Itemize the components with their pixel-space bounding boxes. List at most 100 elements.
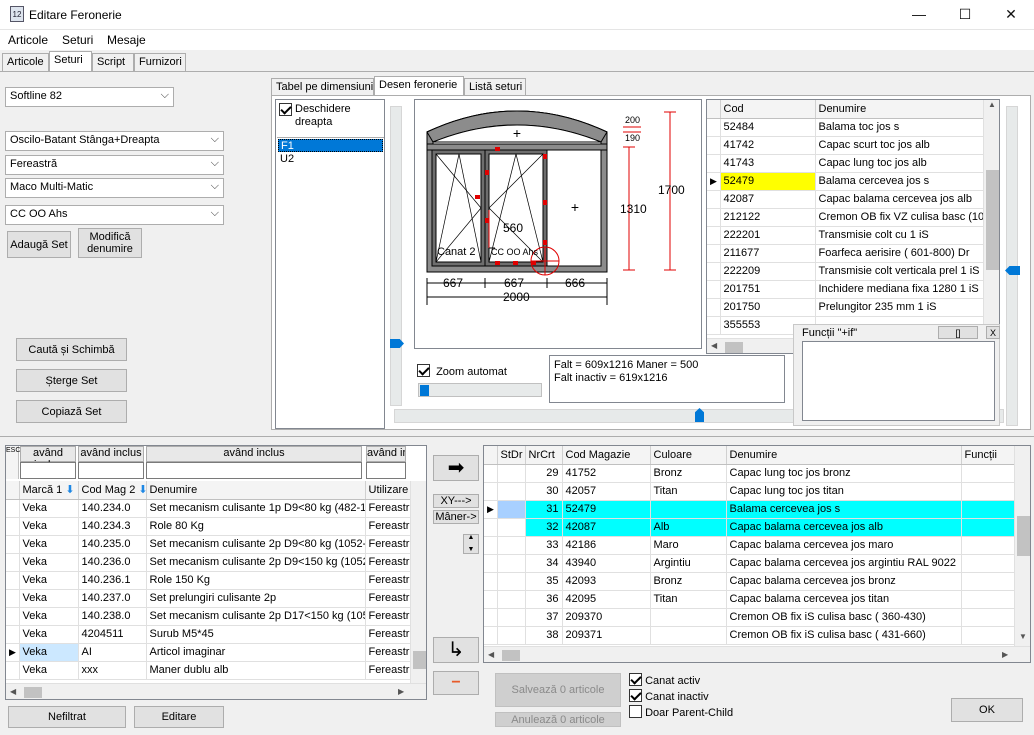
table-row[interactable]: 35 42093 Bronz Capac balama cercevea jos br… bbox=[484, 572, 1015, 591]
table-row[interactable]: 42087 Capac balama cercevea jos alb bbox=[707, 190, 984, 209]
scroll-thumb[interactable] bbox=[986, 170, 999, 270]
table-row[interactable]: 212122 Cremon OB fix VZ culisa basc (109 bbox=[707, 208, 984, 227]
table-row[interactable]: Veka xxx Maner dublu alb Fereastr bbox=[6, 661, 411, 680]
tab-furnizori[interactable]: Furnizori bbox=[134, 53, 186, 71]
tab-articole[interactable]: Articole bbox=[2, 53, 49, 71]
col-cod-mag[interactable]: Cod Mag 2 ⬇ bbox=[78, 481, 147, 500]
list-item[interactable]: F1 bbox=[278, 139, 383, 152]
table-row[interactable]: 201751 Inchidere mediana fixa 1280 1 iS bbox=[707, 280, 984, 299]
maximize-button[interactable]: ☐ bbox=[942, 0, 988, 30]
xy-button[interactable]: XY---> bbox=[433, 494, 479, 508]
arrow-up-icon[interactable]: ▲ bbox=[984, 100, 999, 109]
col-cod-magazie[interactable]: Cod Magazie bbox=[562, 446, 651, 465]
vertical-scrollbar[interactable]: ▼ bbox=[1014, 446, 1030, 646]
filter-input[interactable] bbox=[20, 462, 76, 479]
slider-thumb[interactable] bbox=[695, 408, 704, 422]
table-row[interactable]: Veka 140.234.3 Role 80 Kg Fereastr bbox=[6, 517, 411, 536]
handle-button[interactable]: Mâner-> bbox=[433, 510, 479, 524]
sash-list[interactable]: F1 U2 bbox=[277, 137, 384, 426]
arrow-down-icon[interactable]: ▼ bbox=[1019, 632, 1027, 641]
tab-script[interactable]: Script bbox=[92, 53, 134, 71]
arrow-left-icon[interactable]: ◀ bbox=[488, 650, 494, 659]
esc-button[interactable]: ESC bbox=[6, 446, 20, 479]
active-sash-checkbox[interactable]: Canat activ bbox=[629, 673, 700, 687]
table-row[interactable]: 34 43940 Argintiu Capac balama cercevea jos… bbox=[484, 554, 1015, 573]
add-arrow-button[interactable]: ➡ bbox=[433, 455, 479, 481]
table-row[interactable]: 37 209370 Cremon OB fix iS culisa basc ( 3… bbox=[484, 608, 1015, 627]
tab-seturi[interactable]: Seturi bbox=[49, 51, 92, 72]
cancel-articles-button[interactable]: Anulează 0 articole bbox=[495, 712, 621, 727]
type-combo[interactable]: Fereastră ⌵ bbox=[5, 155, 224, 175]
table-row[interactable]: 201750 Prelungitor 235 mm 1 iS bbox=[707, 298, 984, 317]
tab-tabel-dimensiuni[interactable]: Tabel pe dimensiuni bbox=[271, 78, 374, 96]
horizontal-scrollbar[interactable]: ◀ ▶ bbox=[6, 683, 426, 699]
parent-child-checkbox[interactable]: Doar Parent-Child bbox=[629, 705, 733, 719]
close-button[interactable]: ✕ bbox=[988, 0, 1034, 30]
table-row[interactable]: 222201 Transmisie colt cu 1 iS bbox=[707, 226, 984, 245]
table-row[interactable]: ▶ 31 52479 Balama cercevea jos s bbox=[484, 500, 1015, 519]
menu-seturi[interactable]: Seturi bbox=[62, 33, 93, 47]
table-row[interactable]: Veka 140.235.0 Set mecanism culisante 2p D… bbox=[6, 535, 411, 554]
table-row[interactable]: 33 42186 Maro Capac balama cercevea jos mar… bbox=[484, 536, 1015, 555]
table-row[interactable]: Veka 140.237.0 Set prelungiri culisante 2p… bbox=[6, 589, 411, 608]
system-combo[interactable]: Softline 82 ⌵ bbox=[5, 87, 174, 107]
table-row[interactable]: Veka 140.234.0 Set mecanism culisante 1p D… bbox=[6, 499, 411, 518]
table-row[interactable]: 32 42087 Alb Capac balama cercevea jos alb bbox=[484, 518, 1015, 537]
open-right-checkbox[interactable]: Deschidere dreapta bbox=[279, 103, 383, 128]
vertical-scrollbar[interactable] bbox=[410, 481, 426, 683]
table-row[interactable]: Veka 4204511 Surub M5*45 Fereastr bbox=[6, 625, 411, 644]
remove-button[interactable]: − bbox=[433, 671, 479, 695]
arrow-right-icon[interactable]: ▶ bbox=[398, 687, 404, 696]
filter-input[interactable] bbox=[366, 462, 406, 479]
table-row[interactable]: Veka 140.238.0 Set mecanism culisante 2p D… bbox=[6, 607, 411, 626]
vertical-scrollbar[interactable]: ▲ bbox=[983, 100, 999, 338]
horizontal-scrollbar[interactable]: ◀ ▶ bbox=[484, 646, 1030, 662]
set-combo[interactable]: CC OO Ahs ⌵ bbox=[5, 205, 224, 225]
functii-textarea[interactable] bbox=[802, 341, 995, 421]
scroll-thumb[interactable] bbox=[1017, 516, 1030, 556]
col-marca[interactable]: Marcă 1 ⬇ bbox=[19, 481, 79, 500]
modify-name-button[interactable]: Modifică denumire bbox=[78, 228, 142, 258]
add-set-button[interactable]: Adaugă Set bbox=[7, 231, 71, 258]
inactive-sash-checkbox[interactable]: Canat inactiv bbox=[629, 689, 709, 703]
col-denumire[interactable]: Denumire bbox=[146, 481, 366, 500]
ok-button[interactable]: OK bbox=[951, 698, 1023, 722]
edit-button[interactable]: Editare bbox=[134, 706, 224, 728]
scroll-thumb[interactable] bbox=[502, 650, 520, 661]
unfiltered-button[interactable]: Nefiltrat bbox=[8, 706, 126, 728]
zoom-auto-checkbox[interactable]: Zoom automat bbox=[417, 364, 547, 378]
reorder-button[interactable]: ▲ ▼ bbox=[463, 534, 479, 554]
col-cod[interactable]: Cod bbox=[720, 100, 816, 119]
table-row[interactable]: 29 41752 Bronz Capac lung toc jos bronz bbox=[484, 464, 1015, 483]
tab-lista-seturi[interactable]: Listă seturi bbox=[464, 78, 526, 96]
table-row[interactable]: 30 42057 Titan Capac lung toc jos titan bbox=[484, 482, 1015, 501]
table-row[interactable]: 211677 Foarfeca aerisire ( 601-800) Dr bbox=[707, 244, 984, 263]
copy-set-button[interactable]: Copiază Set bbox=[16, 400, 127, 423]
arrow-right-icon[interactable]: ▶ bbox=[1002, 650, 1008, 659]
col-utilizare[interactable]: Utilizare bbox=[365, 481, 411, 500]
table-row[interactable]: 41743 Capac lung toc jos alb bbox=[707, 154, 984, 173]
drawing-vertical-slider[interactable] bbox=[390, 106, 402, 406]
table-row[interactable]: 36 42095 Titan Capac balama cercevea jos ti… bbox=[484, 590, 1015, 609]
table-row[interactable]: 38 209371 Cremon OB fix iS culisa basc ( 4… bbox=[484, 626, 1015, 645]
filter-input[interactable] bbox=[146, 462, 362, 479]
col-stdr[interactable]: StDr bbox=[497, 446, 526, 465]
table-row[interactable]: Veka 140.236.1 Role 150 Kg Fereastr bbox=[6, 571, 411, 590]
col-denumire[interactable]: Denumire bbox=[726, 446, 962, 465]
functii-close-button[interactable]: X bbox=[986, 326, 1000, 339]
functii-expand-button[interactable]: [] bbox=[938, 326, 978, 339]
minimize-button[interactable]: — bbox=[896, 0, 942, 30]
table-row[interactable]: 41742 Capac scurt toc jos alb bbox=[707, 136, 984, 155]
delete-set-button[interactable]: Șterge Set bbox=[16, 369, 127, 392]
save-articles-button[interactable]: Salvează 0 articole bbox=[495, 673, 621, 707]
col-nrcrt[interactable]: NrCrt bbox=[525, 446, 563, 465]
col-culoare[interactable]: Culoare bbox=[650, 446, 727, 465]
arrow-left-icon[interactable]: ◀ bbox=[711, 341, 717, 350]
col-functii[interactable]: Funcții bbox=[961, 446, 1015, 465]
search-replace-button[interactable]: Caută și Schimbă bbox=[16, 338, 127, 361]
arrow-left-icon[interactable]: ◀ bbox=[10, 687, 16, 696]
opening-combo[interactable]: Oscilo-Batant Stânga+Dreapta ⌵ bbox=[5, 131, 224, 151]
scroll-thumb[interactable] bbox=[725, 342, 743, 353]
hardware-combo[interactable]: Maco Multi-Matic ⌵ bbox=[5, 178, 224, 198]
menu-mesaje[interactable]: Mesaje bbox=[107, 33, 146, 47]
